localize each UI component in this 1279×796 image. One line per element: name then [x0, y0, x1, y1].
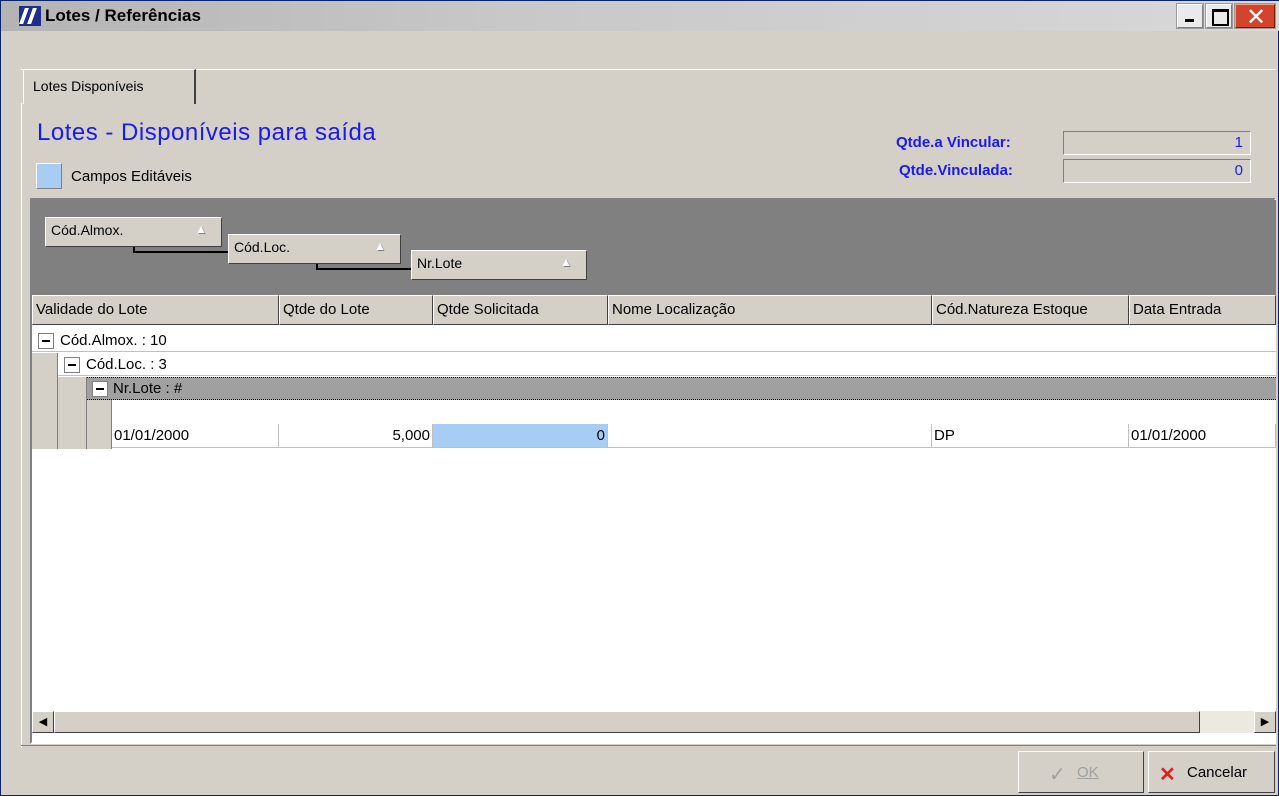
lotes-window: Lotes / Referências ✕ Lotes Disponíveis … — [0, 0, 1279, 796]
cell-nome-localizacao[interactable] — [608, 424, 932, 448]
group-connector — [316, 268, 411, 270]
column-header-validade[interactable]: Validade do Lote — [32, 295, 279, 325]
sort-asc-icon: ▲ — [195, 222, 207, 236]
group-row-cod-loc[interactable]: Cód.Loc. : 3 — [58, 353, 1276, 376]
group-by-label: Nr.Lote — [417, 255, 463, 271]
collapse-icon[interactable] — [38, 333, 54, 349]
ok-label: OK — [1077, 764, 1099, 781]
app-logo-icon — [19, 6, 41, 26]
scrollbar-thumb[interactable] — [54, 711, 1200, 733]
editable-color-swatch — [36, 163, 62, 189]
cancel-button[interactable]: ✕ Cancelar — [1148, 751, 1275, 793]
qtde-vinculada-field: 0 — [1063, 159, 1251, 183]
column-header-qtde-lote[interactable]: Qtde do Lote — [279, 295, 433, 325]
group-indent — [32, 353, 58, 449]
group-by-cod-loc[interactable]: Cód.Loc. ▲ — [228, 234, 401, 264]
column-header-qtde-solicitada[interactable]: Qtde Solicitada — [433, 295, 608, 325]
group-by-nr-lote[interactable]: Nr.Lote ▲ — [411, 250, 587, 280]
group-row-label: Nr.Lote : # — [113, 380, 183, 397]
cell-qtde-solicitada[interactable]: 0 — [433, 424, 608, 448]
column-header-nome-localizacao[interactable]: Nome Localização — [608, 295, 932, 325]
cell-qtde-lote[interactable]: 5,000 — [279, 424, 433, 448]
close-icon: ✕ — [1246, 3, 1267, 31]
group-row-nr-lote[interactable]: Nr.Lote : # — [87, 377, 1276, 400]
cell-natureza[interactable]: DP — [932, 424, 1129, 448]
group-row-label: Cód.Almox. : 10 — [60, 332, 167, 349]
page-title: Lotes - Disponíveis para saída — [37, 119, 377, 146]
close-button[interactable]: ✕ — [1234, 3, 1276, 31]
window-title: Lotes / Referências — [45, 6, 201, 25]
qtde-a-vincular-label: Qtde.a Vincular: — [896, 134, 1011, 151]
collapse-icon[interactable] — [92, 381, 108, 397]
qtde-vinculada-label: Qtde.Vinculada: — [899, 162, 1013, 179]
tab-strip — [21, 69, 1276, 105]
sort-asc-icon: ▲ — [374, 239, 386, 253]
group-row-cod-almox[interactable]: Cód.Almox. : 10 — [32, 329, 1276, 352]
cell-validade[interactable]: 01/01/2000 — [112, 424, 279, 448]
lotes-grid[interactable]: Cód.Almox. ▲ Cód.Loc. ▲ Nr.Lote ▲ Validade … — [30, 198, 1276, 744]
group-by-label: Cód.Almox. — [51, 222, 124, 238]
ok-button[interactable]: ✓ OK — [1018, 751, 1144, 793]
group-row-label: Cód.Loc. : 3 — [86, 356, 167, 373]
editable-legend-label: Campos Editáveis — [71, 168, 192, 185]
group-indent — [87, 400, 112, 449]
check-icon: ✓ — [1049, 764, 1066, 786]
qtde-a-vincular-field: 1 — [1063, 131, 1251, 155]
group-by-label: Cód.Loc. — [234, 239, 291, 255]
column-header-data-entrada[interactable]: Data Entrada — [1129, 295, 1276, 325]
cancel-label: Cancelar — [1187, 764, 1248, 781]
sort-asc-icon: ▲ — [560, 255, 572, 269]
group-indent — [58, 377, 87, 449]
collapse-icon[interactable] — [64, 357, 80, 373]
title-bar[interactable]: Lotes / Referências ✕ — [1, 1, 1279, 31]
group-by-cod-almox[interactable]: Cód.Almox. ▲ — [45, 217, 222, 247]
cell-data-entrada[interactable]: 01/01/2000 — [1129, 424, 1276, 448]
tab-lotes-disponiveis[interactable]: Lotes Disponíveis — [23, 69, 196, 104]
scroll-left-icon[interactable]: ◀ — [32, 711, 54, 733]
maximize-button[interactable] — [1205, 3, 1233, 29]
minimize-button[interactable] — [1176, 3, 1204, 29]
scroll-right-icon[interactable]: ▶ — [1254, 711, 1276, 733]
group-connector — [133, 251, 228, 253]
group-by-panel[interactable]: Cód.Almox. ▲ Cód.Loc. ▲ Nr.Lote ▲ — [32, 200, 1276, 295]
x-icon: ✕ — [1159, 764, 1176, 786]
column-header-natureza[interactable]: Cód.Natureza Estoque — [932, 295, 1129, 325]
horizontal-scrollbar[interactable]: ◀ ▶ — [32, 711, 1276, 733]
